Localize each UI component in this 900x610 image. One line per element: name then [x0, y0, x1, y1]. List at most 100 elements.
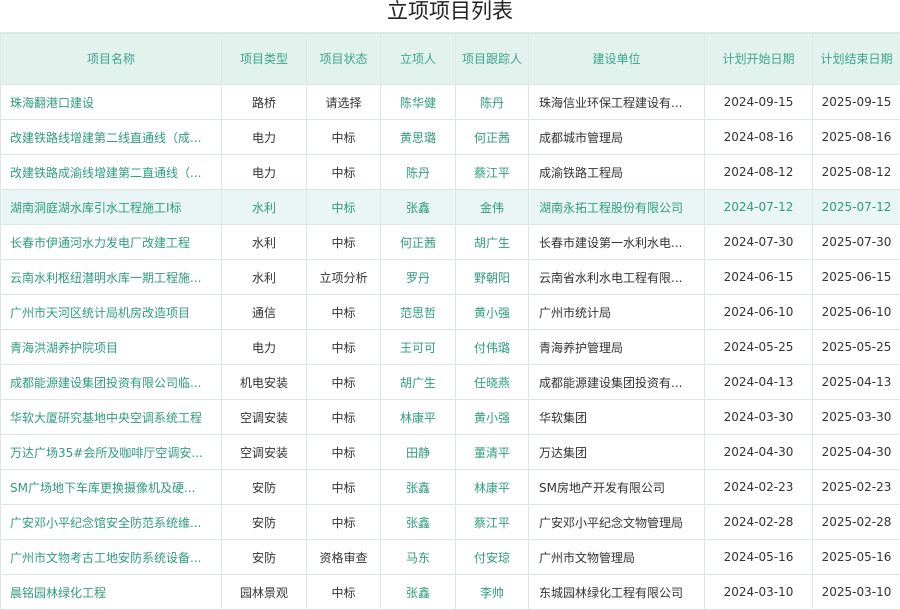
tracker-cell[interactable]: 胡广生	[456, 225, 529, 260]
construction-unit-cell: 成都能源建设集团投资有...	[529, 365, 705, 400]
tracker-cell[interactable]: 付安琼	[456, 540, 529, 575]
tracker-cell[interactable]: 任晓燕	[456, 365, 529, 400]
plan-start-date-cell: 2024-03-30	[705, 400, 813, 435]
plan-end-date-cell: 2025-07-12	[813, 190, 900, 225]
table-row[interactable]: 长春市伊通河水力发电厂改建工程水利中标何正茜胡广生长春市建设第一水利水电...2…	[1, 225, 900, 260]
initiator-cell[interactable]: 黄思璐	[381, 120, 456, 155]
project-type-cell: 通信	[222, 295, 307, 330]
project-name-cell[interactable]: 珠海翻港口建设	[1, 85, 222, 120]
initiator-cell[interactable]: 张鑫	[381, 505, 456, 540]
table-row[interactable]: 华软大厦研究基地中央空调系统工程空调安装中标林康平黄小强华软集团2024-03-…	[1, 400, 900, 435]
initiator-cell[interactable]: 林康平	[381, 400, 456, 435]
project-name-cell[interactable]: 成都能源建设集团投资有限公司临...	[1, 365, 222, 400]
project-name-cell[interactable]: 华软大厦研究基地中央空调系统工程	[1, 400, 222, 435]
tracker-cell[interactable]: 黄小强	[456, 400, 529, 435]
tracker-cell[interactable]: 李帅	[456, 575, 529, 610]
plan-end-date-cell: 2025-05-25	[813, 330, 900, 365]
table-row[interactable]: 改建铁路成渝线增建第二直通线（...电力中标陈丹蔡江平成渝铁路工程局2024-0…	[1, 155, 900, 190]
initiator-cell[interactable]: 张鑫	[381, 470, 456, 505]
construction-unit-cell: 湖南永拓工程股份有限公司	[529, 190, 705, 225]
project-status-cell: 中标	[307, 225, 381, 260]
table-row[interactable]: 晨铭园林绿化工程园林景观中标张鑫李帅东城园林绿化工程有限公司2024-03-10…	[1, 575, 900, 610]
project-status-cell: 资格审查	[307, 540, 381, 575]
plan-end-date-cell: 2025-04-30	[813, 435, 900, 470]
project-type-cell: 空调安装	[222, 435, 307, 470]
initiator-cell[interactable]: 王可可	[381, 330, 456, 365]
project-type-cell: 电力	[222, 155, 307, 190]
project-type-cell: 园林景观	[222, 575, 307, 610]
table-row[interactable]: 万达广场35#会所及咖啡厅空调安...空调安装中标田静董清平万达集团2024-0…	[1, 435, 900, 470]
col-project-name[interactable]: 项目名称	[1, 34, 222, 85]
project-status-cell: 中标	[307, 470, 381, 505]
project-name-cell[interactable]: 改建铁路线增建第二线直通线（成...	[1, 120, 222, 155]
project-type-cell: 水利	[222, 225, 307, 260]
project-status-cell: 中标	[307, 295, 381, 330]
plan-end-date-cell: 2025-08-16	[813, 120, 900, 155]
table-row[interactable]: SM广场地下车库更换摄像机及硬...安防中标张鑫林康平SM房地产开发有限公司20…	[1, 470, 900, 505]
tracker-cell[interactable]: 野朝阳	[456, 260, 529, 295]
initiator-cell[interactable]: 马东	[381, 540, 456, 575]
initiator-cell[interactable]: 张鑫	[381, 575, 456, 610]
col-project-type[interactable]: 项目类型	[222, 34, 307, 85]
project-type-cell: 空调安装	[222, 400, 307, 435]
initiator-cell[interactable]: 田静	[381, 435, 456, 470]
initiator-cell[interactable]: 张鑫	[381, 190, 456, 225]
table-row[interactable]: 云南水利枢纽潜明水库一期工程施...水利立项分析罗丹野朝阳云南省水利水电工程有限…	[1, 260, 900, 295]
initiator-cell[interactable]: 范思哲	[381, 295, 456, 330]
tracker-cell[interactable]: 付伟璐	[456, 330, 529, 365]
initiator-cell[interactable]: 罗丹	[381, 260, 456, 295]
project-name-cell[interactable]: 广州市天河区统计局机房改造项目	[1, 295, 222, 330]
plan-start-date-cell: 2024-08-12	[705, 155, 813, 190]
table-row[interactable]: 广安邓小平纪念馆安全防范系统维...安防中标张鑫蔡江平广安邓小平纪念文物管理局2…	[1, 505, 900, 540]
col-tracker[interactable]: 项目跟踪人	[456, 34, 529, 85]
tracker-cell[interactable]: 董清平	[456, 435, 529, 470]
project-name-cell[interactable]: 长春市伊通河水力发电厂改建工程	[1, 225, 222, 260]
tracker-cell[interactable]: 黄小强	[456, 295, 529, 330]
plan-start-date-cell: 2024-06-10	[705, 295, 813, 330]
project-type-cell: 安防	[222, 470, 307, 505]
table-row[interactable]: 广州市文物考古工地安防系统设备...安防资格审查马东付安琼广州市文物管理局202…	[1, 540, 900, 575]
col-plan-end[interactable]: 计划结束日期	[813, 34, 900, 85]
project-name-cell[interactable]: 改建铁路成渝线增建第二直通线（...	[1, 155, 222, 190]
plan-end-date-cell: 2025-06-10	[813, 295, 900, 330]
project-name-cell[interactable]: 云南水利枢纽潜明水库一期工程施...	[1, 260, 222, 295]
project-name-cell[interactable]: 湖南洞庭湖水库引水工程施工Ⅰ标	[1, 190, 222, 225]
project-name-cell[interactable]: SM广场地下车库更换摄像机及硬...	[1, 470, 222, 505]
plan-start-date-cell: 2024-05-16	[705, 540, 813, 575]
table-row[interactable]: 湖南洞庭湖水库引水工程施工Ⅰ标水利中标张鑫金伟湖南永拓工程股份有限公司2024-…	[1, 190, 900, 225]
tracker-cell[interactable]: 何正茜	[456, 120, 529, 155]
table-row[interactable]: 广州市天河区统计局机房改造项目通信中标范思哲黄小强广州市统计局2024-06-1…	[1, 295, 900, 330]
initiator-cell[interactable]: 陈华健	[381, 85, 456, 120]
col-project-status[interactable]: 项目状态	[307, 34, 381, 85]
table-header-row: 项目名称 项目类型 项目状态 立项人 项目跟踪人 建设单位 计划开始日期 计划结…	[1, 34, 900, 85]
plan-start-date-cell: 2024-02-23	[705, 470, 813, 505]
col-initiator[interactable]: 立项人	[381, 34, 456, 85]
project-name-cell[interactable]: 广州市文物考古工地安防系统设备...	[1, 540, 222, 575]
tracker-cell[interactable]: 陈丹	[456, 85, 529, 120]
project-name-cell[interactable]: 晨铭园林绿化工程	[1, 575, 222, 610]
project-name-cell[interactable]: 青海洪湖养护院项目	[1, 330, 222, 365]
initiator-cell[interactable]: 胡广生	[381, 365, 456, 400]
tracker-cell[interactable]: 金伟	[456, 190, 529, 225]
col-plan-start[interactable]: 计划开始日期	[705, 34, 813, 85]
table-row[interactable]: 珠海翻港口建设路桥请选择陈华健陈丹珠海信业环保工程建设有...2024-09-1…	[1, 85, 900, 120]
tracker-cell[interactable]: 林康平	[456, 470, 529, 505]
project-name-cell[interactable]: 广安邓小平纪念馆安全防范系统维...	[1, 505, 222, 540]
project-type-cell: 电力	[222, 120, 307, 155]
plan-end-date-cell: 2025-06-15	[813, 260, 900, 295]
initiator-cell[interactable]: 何正茜	[381, 225, 456, 260]
construction-unit-cell: 长春市建设第一水利水电...	[529, 225, 705, 260]
col-construction-unit[interactable]: 建设单位	[529, 34, 705, 85]
initiator-cell[interactable]: 陈丹	[381, 155, 456, 190]
project-status-cell: 立项分析	[307, 260, 381, 295]
project-type-cell: 水利	[222, 260, 307, 295]
table-row[interactable]: 青海洪湖养护院项目电力中标王可可付伟璐青海养护管理局2024-05-252025…	[1, 330, 900, 365]
tracker-cell[interactable]: 蔡江平	[456, 505, 529, 540]
table-row[interactable]: 成都能源建设集团投资有限公司临...机电安装中标胡广生任晓燕成都能源建设集团投资…	[1, 365, 900, 400]
project-status-cell: 中标	[307, 575, 381, 610]
construction-unit-cell: 成渝铁路工程局	[529, 155, 705, 190]
construction-unit-cell: SM房地产开发有限公司	[529, 470, 705, 505]
tracker-cell[interactable]: 蔡江平	[456, 155, 529, 190]
table-row[interactable]: 改建铁路线增建第二线直通线（成...电力中标黄思璐何正茜成都城市管理局2024-…	[1, 120, 900, 155]
project-name-cell[interactable]: 万达广场35#会所及咖啡厅空调安...	[1, 435, 222, 470]
